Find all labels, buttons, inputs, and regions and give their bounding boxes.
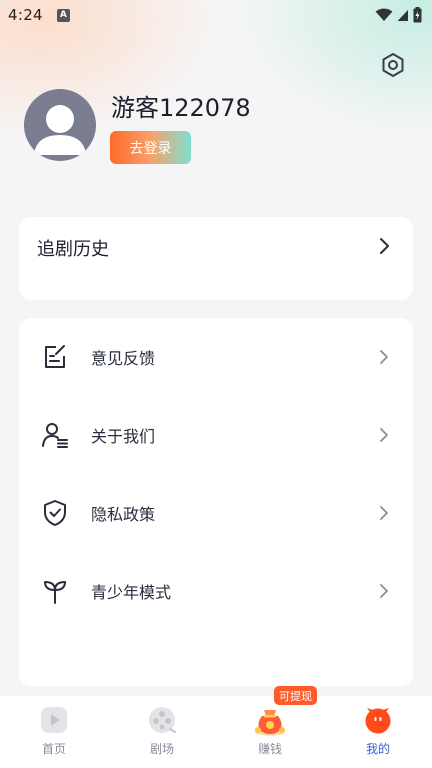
withdraw-badge: 可提现 bbox=[274, 686, 317, 705]
username: 游客122078 bbox=[111, 94, 251, 122]
settings-button[interactable] bbox=[378, 50, 408, 80]
signal-icon bbox=[397, 9, 408, 21]
privacy-shield-icon bbox=[41, 499, 69, 527]
chevron-right-icon bbox=[380, 238, 389, 254]
chevron-right-icon bbox=[380, 506, 388, 520]
default-user-avatar-icon bbox=[34, 105, 86, 155]
about-us-icon bbox=[41, 421, 69, 449]
money-bag-icon bbox=[255, 710, 285, 736]
wifi-icon bbox=[375, 8, 393, 21]
tab-earn[interactable]: 赚钱 bbox=[216, 696, 324, 768]
film-reel-icon bbox=[149, 707, 176, 733]
status-time: 4:24 bbox=[8, 6, 43, 24]
notification-icon: A bbox=[56, 8, 70, 22]
bottom-tab-bar: 首页 剧场 赚钱 我的 bbox=[0, 696, 432, 768]
status-bar: 4:24 A bbox=[0, 0, 432, 30]
chevron-right-icon bbox=[380, 428, 388, 442]
menu-item-privacy-policy[interactable]: 隐私政策 bbox=[19, 483, 413, 543]
sprout-icon bbox=[41, 577, 69, 605]
menu-item-youth-mode[interactable]: 青少年模式 bbox=[19, 561, 413, 621]
watch-history-card[interactable]: 追剧历史 bbox=[19, 217, 413, 300]
mascot-icon bbox=[365, 708, 391, 734]
tab-label: 剧场 bbox=[149, 742, 174, 756]
tab-home[interactable]: 首页 bbox=[0, 696, 108, 768]
menu-item-label: 意见反馈 bbox=[91, 349, 156, 368]
tab-label: 我的 bbox=[365, 742, 390, 756]
tab-theater[interactable]: 剧场 bbox=[108, 696, 216, 768]
menu-item-label: 关于我们 bbox=[91, 427, 156, 446]
tab-label: 赚钱 bbox=[257, 742, 282, 756]
chevron-right-icon bbox=[380, 584, 388, 598]
play-icon bbox=[41, 707, 67, 733]
feedback-icon bbox=[41, 343, 69, 371]
battery-icon bbox=[413, 7, 422, 23]
avatar[interactable] bbox=[24, 89, 96, 161]
menu-item-label: 隐私政策 bbox=[91, 505, 156, 524]
status-icons bbox=[375, 7, 422, 23]
watch-history-title: 追剧历史 bbox=[37, 239, 109, 260]
menu-card: 意见反馈 关于我们 隐私政策 青少年模式 bbox=[19, 318, 413, 686]
login-button[interactable]: 去登录 bbox=[110, 131, 191, 164]
tab-label: 首页 bbox=[41, 742, 66, 756]
tab-mine[interactable]: 我的 bbox=[324, 696, 432, 768]
menu-item-label: 青少年模式 bbox=[91, 583, 172, 602]
settings-hexagon-icon bbox=[382, 53, 404, 77]
chevron-right-icon bbox=[380, 350, 388, 364]
menu-item-feedback[interactable]: 意见反馈 bbox=[19, 327, 413, 387]
menu-item-about-us[interactable]: 关于我们 bbox=[19, 405, 413, 465]
